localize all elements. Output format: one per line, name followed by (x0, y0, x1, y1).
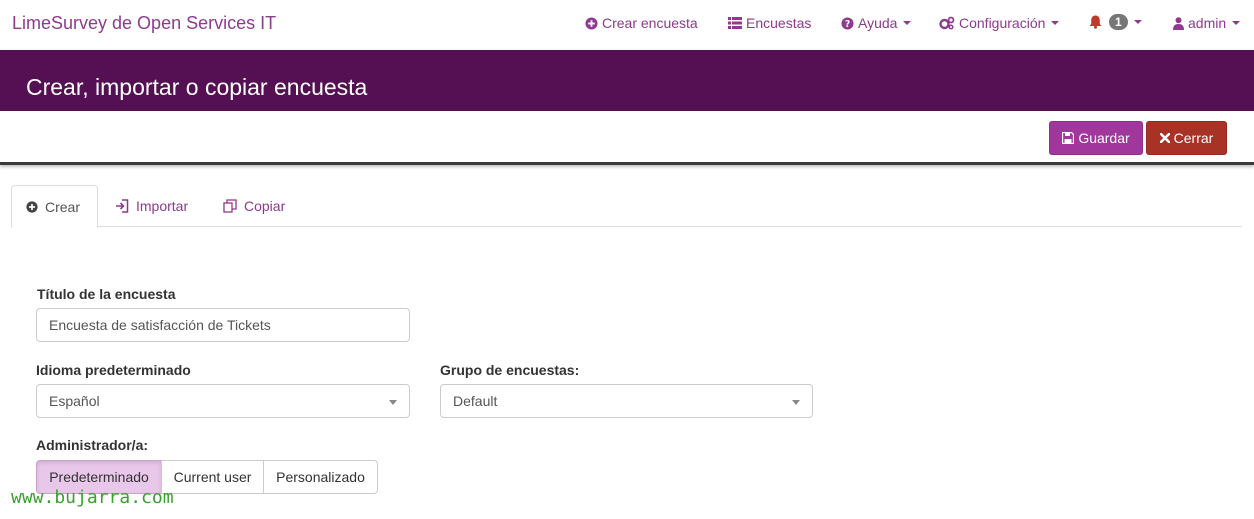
save-button[interactable]: Guardar (1049, 121, 1143, 155)
nav-create-survey-label: Crear encuesta (602, 15, 698, 31)
administrator-label: Administrador/a: (36, 437, 149, 453)
chevron-down-icon (389, 400, 397, 405)
close-icon (1159, 133, 1170, 143)
copy-icon (223, 199, 237, 213)
sign-in-icon (116, 199, 129, 213)
tab-import-label: Importar (136, 198, 189, 214)
tab-copy-label: Copiar (244, 198, 286, 214)
survey-group-label: Grupo de encuestas: (440, 362, 580, 378)
nav-surveys[interactable]: Encuestas (728, 15, 811, 31)
chevron-down-icon (1133, 20, 1142, 24)
page-header: Crear, importar o copiar encuesta (0, 50, 1254, 111)
survey-group-select[interactable]: Default (440, 384, 813, 418)
admin-option-current-user[interactable]: Current user (161, 460, 264, 494)
nav-notifications[interactable]: 1 (1089, 14, 1142, 30)
survey-group-value: Default (453, 393, 498, 409)
cogs-icon (939, 16, 955, 30)
top-navbar: LimeSurvey de Open Services IT Crear enc… (0, 0, 1254, 50)
chevron-down-icon (1232, 21, 1241, 25)
default-language-label: Idioma predeterminado (36, 362, 191, 378)
admin-option-custom[interactable]: Personalizado (263, 460, 378, 494)
nav-user-label: admin (1188, 15, 1227, 31)
survey-title-value: Encuesta de satisfacción de Tickets (49, 317, 271, 333)
nav-surveys-label: Encuestas (746, 15, 812, 31)
notifications-badge: 1 (1109, 14, 1128, 30)
nav-help-label: Ayuda (858, 15, 898, 31)
nav-configuration-label: Configuración (959, 15, 1046, 31)
tab-copy[interactable]: Copiar (209, 185, 299, 227)
nav-configuration[interactable]: Configuración (939, 15, 1060, 31)
survey-tabs: Crear Importar Copiar (11, 185, 1242, 228)
question-circle-icon: ? (841, 16, 854, 30)
user-icon (1173, 16, 1184, 30)
default-language-value: Español (49, 393, 100, 409)
chevron-down-icon (1051, 21, 1060, 25)
floppy-disk-icon (1062, 132, 1075, 144)
save-button-label: Guardar (1078, 130, 1130, 146)
bell-icon (1089, 15, 1102, 29)
tab-create[interactable]: Crear (11, 185, 98, 228)
nav-create-survey[interactable]: Crear encuesta (585, 15, 698, 31)
chevron-down-icon (792, 400, 800, 405)
action-toolbar: Guardar Cerrar (0, 111, 1254, 165)
close-button[interactable]: Cerrar (1146, 121, 1227, 155)
list-icon (728, 17, 742, 29)
nav-user-menu[interactable]: admin (1173, 15, 1241, 31)
plus-circle-icon (585, 16, 598, 30)
chevron-down-icon (903, 21, 912, 25)
survey-title-label: Título de la encuesta (37, 286, 176, 302)
tab-import[interactable]: Importar (101, 185, 202, 227)
brand-link[interactable]: LimeSurvey de Open Services IT (12, 13, 276, 34)
watermark-text: www.bujarra.com (11, 487, 174, 508)
survey-title-input[interactable]: Encuesta de satisfacción de Tickets (36, 308, 410, 342)
default-language-select[interactable]: Español (36, 384, 410, 418)
nav-help[interactable]: ? Ayuda (841, 15, 912, 31)
tab-create-label: Crear (45, 198, 81, 215)
svg-text:?: ? (845, 19, 850, 30)
plus-circle-icon (26, 200, 38, 213)
page-title: Crear, importar o copiar encuesta (26, 74, 368, 100)
close-button-label: Cerrar (1173, 130, 1214, 146)
